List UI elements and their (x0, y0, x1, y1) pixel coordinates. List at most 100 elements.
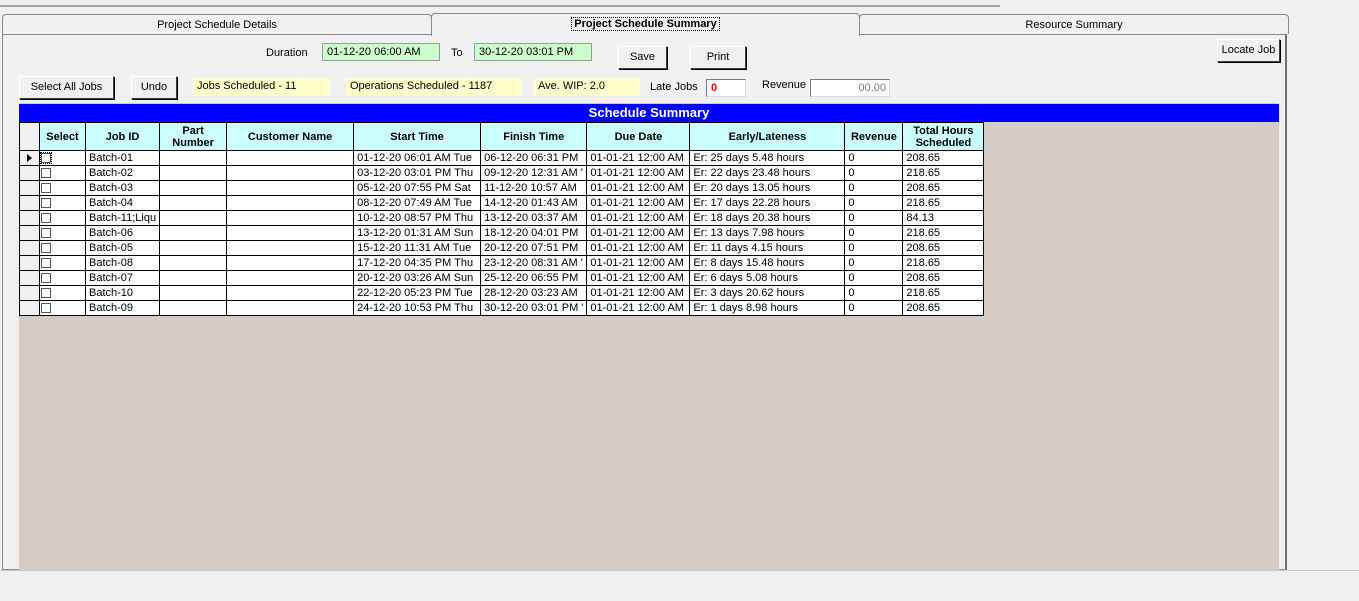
part-number-cell[interactable] (159, 240, 228, 256)
job-id-cell[interactable]: Batch-05 (84, 240, 161, 256)
revenue-cell[interactable]: 0 (844, 270, 904, 286)
total-hours-cell[interactable]: 218.65 (902, 165, 985, 181)
finish-time-cell[interactable]: 13-12-20 03:37 AM (480, 210, 588, 226)
total-hours-cell[interactable]: 208.65 (902, 150, 985, 166)
early-lateness-cell[interactable]: Er: 6 days 5.08 hours (689, 270, 846, 286)
row-selector[interactable] (19, 180, 40, 196)
table-row[interactable]: Batch-01 01-12-20 06:01 AM Tue 06-12-20 06… (19, 150, 985, 166)
part-number-cell[interactable] (159, 180, 228, 196)
start-time-cell[interactable]: 20-12-20 03:26 AM Sun (353, 270, 482, 286)
part-number-cell[interactable] (159, 195, 228, 211)
customer-name-cell[interactable] (226, 225, 355, 241)
customer-name-cell[interactable] (226, 195, 355, 211)
save-button[interactable]: Save (618, 46, 667, 69)
tab-project-schedule-details[interactable]: Project Schedule Details (2, 14, 432, 34)
row-selector[interactable] (19, 150, 40, 166)
table-row[interactable]: Batch-10 22-12-20 05:23 PM Tue 28-12-20 03… (19, 285, 985, 301)
start-time-cell[interactable]: 15-12-20 11:31 AM Tue (353, 240, 482, 256)
finish-time-cell[interactable]: 20-12-20 07:51 PM (480, 240, 588, 256)
start-time-cell[interactable]: 17-12-20 04:35 PM Thu (353, 255, 482, 271)
early-lateness-cell[interactable]: Er: 1 days 8.98 hours (689, 300, 846, 316)
due-date-cell[interactable]: 01-01-21 12:00 AM (586, 195, 691, 211)
revenue-cell[interactable]: 0 (844, 300, 904, 316)
column-header-job-id[interactable]: Job ID (84, 122, 161, 151)
start-time-cell[interactable]: 22-12-20 05:23 PM Tue (353, 285, 482, 301)
total-hours-cell[interactable]: 218.65 (902, 285, 985, 301)
select-cell[interactable] (39, 270, 86, 286)
tab-project-schedule-summary[interactable]: Project Schedule Summary (431, 13, 860, 36)
revenue-cell[interactable]: 0 (844, 210, 904, 226)
row-selector[interactable] (19, 210, 40, 226)
select-cell[interactable] (39, 225, 86, 241)
row-selector[interactable] (19, 270, 40, 286)
total-hours-cell[interactable]: 218.65 (902, 195, 985, 211)
column-header-total-hours-scheduled[interactable]: Total Hours Scheduled (902, 122, 985, 151)
job-id-cell[interactable]: Batch-06 (84, 225, 161, 241)
customer-name-cell[interactable] (226, 285, 355, 301)
locate-job-button[interactable]: Locate Job (1217, 39, 1280, 62)
due-date-cell[interactable]: 01-01-21 12:00 AM (586, 285, 691, 301)
finish-time-cell[interactable]: 25-12-20 06:55 PM (480, 270, 588, 286)
job-id-cell[interactable]: Batch-04 (84, 195, 161, 211)
revenue-cell[interactable]: 0 (844, 165, 904, 181)
customer-name-cell[interactable] (226, 150, 355, 166)
total-hours-cell[interactable]: 208.65 (902, 240, 985, 256)
finish-time-cell[interactable]: 06-12-20 06:31 PM (480, 150, 588, 166)
finish-time-cell[interactable]: 14-12-20 01:43 AM (480, 195, 588, 211)
customer-name-cell[interactable] (226, 240, 355, 256)
job-id-cell[interactable]: Batch-07 (84, 270, 161, 286)
customer-name-cell[interactable] (226, 300, 355, 316)
row-select-checkbox[interactable] (41, 167, 51, 178)
select-cell[interactable] (39, 165, 86, 181)
total-hours-cell[interactable]: 218.65 (902, 255, 985, 271)
column-header-part-number[interactable]: Part Number (159, 122, 228, 151)
job-id-cell[interactable]: Batch-02 (84, 165, 161, 181)
table-row[interactable]: Batch-09 24-12-20 10:53 PM Thu 30-12-20 03… (19, 300, 985, 316)
revenue-cell[interactable]: 0 (844, 180, 904, 196)
job-id-cell[interactable]: Batch-10 (84, 285, 161, 301)
due-date-cell[interactable]: 01-01-21 12:00 AM (586, 165, 691, 181)
select-cell[interactable] (39, 255, 86, 271)
revenue-cell[interactable]: 0 (844, 195, 904, 211)
revenue-cell[interactable]: 0 (844, 285, 904, 301)
part-number-cell[interactable] (159, 225, 228, 241)
table-row[interactable]: Batch-04 08-12-20 07:49 AM Tue 14-12-20 01… (19, 195, 985, 211)
finish-time-cell[interactable]: 09-12-20 12:31 AM ' (480, 165, 588, 181)
row-selector[interactable] (19, 285, 40, 301)
column-header-due-date[interactable]: Due Date (586, 122, 691, 151)
early-lateness-cell[interactable]: Er: 17 days 22.28 hours (689, 195, 846, 211)
part-number-cell[interactable] (159, 255, 228, 271)
start-time-cell[interactable]: 03-12-20 03:01 PM Thu (353, 165, 482, 181)
finish-time-cell[interactable]: 18-12-20 04:01 PM (480, 225, 588, 241)
customer-name-cell[interactable] (226, 210, 355, 226)
start-time-cell[interactable]: 01-12-20 06:01 AM Tue (353, 150, 482, 166)
total-hours-cell[interactable]: 208.65 (902, 300, 985, 316)
job-id-cell[interactable]: Batch-03 (84, 180, 161, 196)
row-select-checkbox[interactable] (41, 212, 51, 223)
table-row[interactable]: Batch-05 15-12-20 11:31 AM Tue 20-12-20 07… (19, 240, 985, 256)
start-time-cell[interactable]: 08-12-20 07:49 AM Tue (353, 195, 482, 211)
total-hours-cell[interactable]: 84.13 (902, 210, 985, 226)
select-cell[interactable] (39, 180, 86, 196)
due-date-cell[interactable]: 01-01-21 12:00 AM (586, 270, 691, 286)
print-button[interactable]: Print (690, 46, 746, 69)
customer-name-cell[interactable] (226, 255, 355, 271)
customer-name-cell[interactable] (226, 270, 355, 286)
select-cell[interactable] (39, 240, 86, 256)
total-hours-cell[interactable]: 218.65 (902, 225, 985, 241)
table-row[interactable]: Batch-11;Liqu 10-12-20 08:57 PM Thu 13-12-… (19, 210, 985, 226)
finish-time-cell[interactable]: 28-12-20 03:23 AM (480, 285, 588, 301)
row-select-checkbox[interactable] (41, 227, 51, 238)
part-number-cell[interactable] (159, 270, 228, 286)
finish-time-cell[interactable]: 30-12-20 03:01 PM ' (480, 300, 588, 316)
select-cell[interactable] (39, 285, 86, 301)
row-select-checkbox[interactable] (41, 182, 51, 193)
early-lateness-cell[interactable]: Er: 11 days 4.15 hours (689, 240, 846, 256)
due-date-cell[interactable]: 01-01-21 12:00 AM (586, 150, 691, 166)
row-select-checkbox[interactable] (40, 151, 52, 164)
revenue-cell[interactable]: 0 (844, 225, 904, 241)
column-header-start-time[interactable]: Start Time (353, 122, 482, 151)
row-selector[interactable] (19, 165, 40, 181)
table-row[interactable]: Batch-06 13-12-20 01:31 AM Sun 18-12-20 04… (19, 225, 985, 241)
column-header-select[interactable]: Select (39, 122, 86, 151)
